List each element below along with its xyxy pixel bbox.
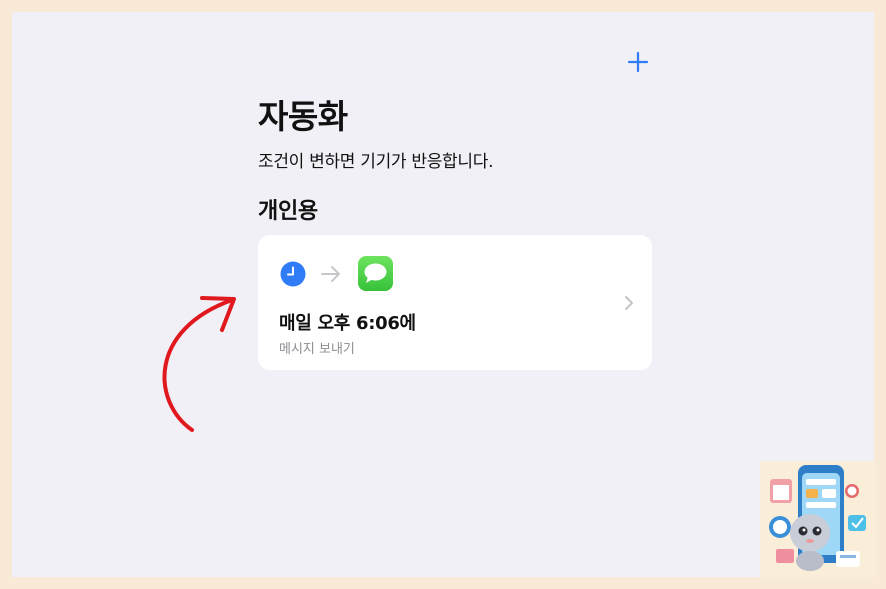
chevron-right-icon [625,296,633,310]
annotation-arrow-icon [162,296,236,432]
page-subtitle: 조건이 변하면 기기가 반응합니다. [258,152,494,172]
add-automation-button[interactable] [624,48,652,76]
automation-action: 메시지 보내기 [279,342,355,357]
automation-screen: 자동화 조건이 변하면 기기가 반응합니다. 개인용 매일 오후 6:06에 메… [12,12,874,577]
plus-icon [627,51,649,73]
section-title-personal: 개인용 [258,199,318,224]
automation-title: 매일 오후 6:06에 [279,313,416,334]
mascot-sticker [760,461,876,577]
automation-card[interactable]: 매일 오후 6:06에 메시지 보내기 [258,235,652,370]
messages-icon [358,256,393,291]
arrow-right-icon [321,266,340,282]
page-title: 자동화 [258,97,348,136]
clock-icon [280,261,306,287]
